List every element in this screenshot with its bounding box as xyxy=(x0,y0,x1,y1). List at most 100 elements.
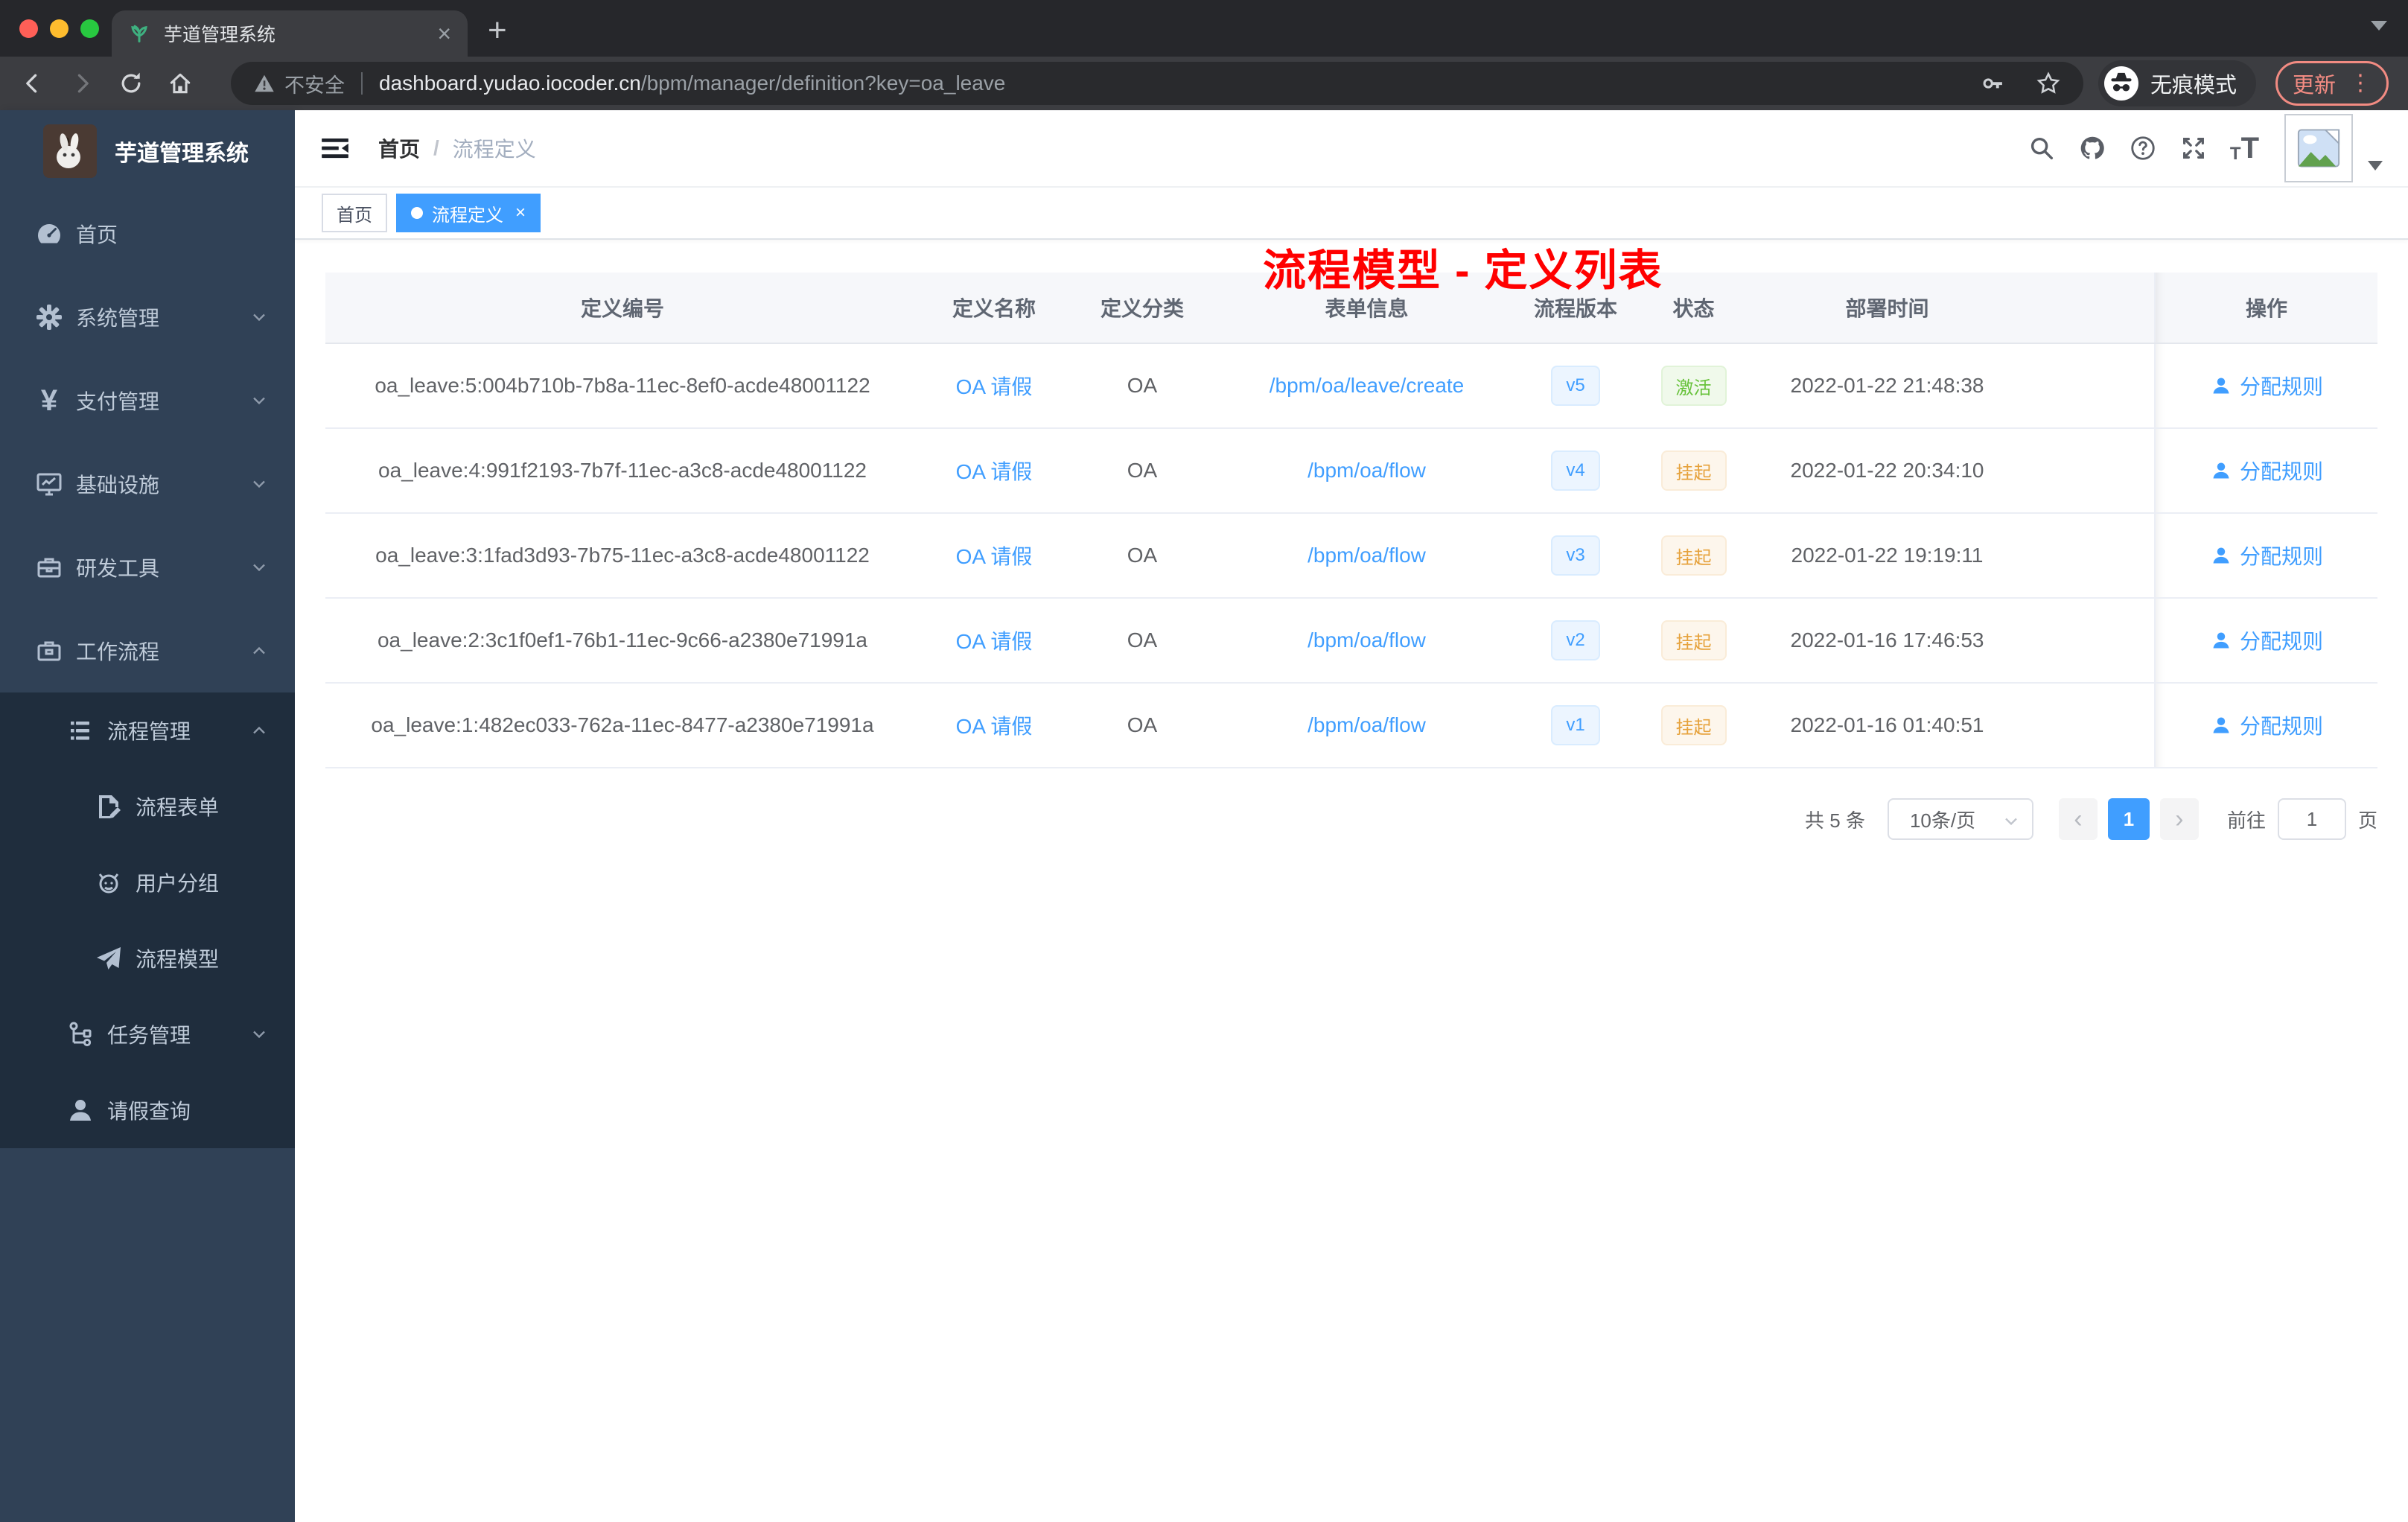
avatar[interactable] xyxy=(2284,114,2353,182)
window-controls xyxy=(19,19,99,38)
version-badge: v3 xyxy=(1551,535,1600,576)
password-key-icon[interactable] xyxy=(1981,71,2006,96)
github-icon[interactable] xyxy=(2078,134,2106,162)
tag-close-icon[interactable]: × xyxy=(515,203,526,223)
chevron-down-icon xyxy=(253,397,265,405)
definition-category: OA xyxy=(1127,374,1158,397)
status-badge: 挂起 xyxy=(1660,620,1727,660)
url-domain[interactable]: dashboard.yudao.iocoder.cn xyxy=(379,71,641,95)
reload-icon[interactable] xyxy=(118,70,144,97)
sidebar-item-process-manage[interactable]: 流程管理 xyxy=(0,692,295,768)
sidebar-item-workflow[interactable]: 工作流程 xyxy=(0,609,295,692)
sidebar-item-label: 支付管理 xyxy=(76,390,160,413)
definition-name-link[interactable]: OA 请假 xyxy=(956,625,1033,655)
definition-name-link[interactable]: OA 请假 xyxy=(956,456,1033,485)
assign-rule-button[interactable]: 分配规则 xyxy=(2210,541,2323,570)
forward-icon[interactable] xyxy=(69,70,95,97)
avatar-dropdown-caret-icon[interactable] xyxy=(2368,160,2383,171)
column-header: 定义名称 xyxy=(952,297,1036,320)
form-info-link[interactable]: /bpm/oa/flow xyxy=(1307,628,1426,652)
sidebar-item-label: 用户分组 xyxy=(136,872,220,895)
definition-name-link[interactable]: OA 请假 xyxy=(956,710,1033,740)
assign-rule-button[interactable]: 分配规则 xyxy=(2210,371,2323,401)
tab-title: 芋道管理系统 xyxy=(164,25,276,45)
tag-label: 流程定义 xyxy=(432,205,503,226)
sidebar-item-process-form[interactable]: 流程表单 xyxy=(0,768,295,844)
status-badge: 挂起 xyxy=(1660,450,1727,491)
sidebar-item-label: 研发工具 xyxy=(76,557,160,580)
definition-id: oa_leave:4:991f2193-7b7f-11ec-a3c8-acde4… xyxy=(378,459,867,482)
form-info-link[interactable]: /bpm/oa/flow xyxy=(1307,713,1426,737)
status-badge: 挂起 xyxy=(1660,535,1727,576)
new-tab-button[interactable]: + xyxy=(488,12,507,49)
sidebar-item-infra[interactable]: 基础设施 xyxy=(0,442,295,526)
breadcrumb-home[interactable]: 首页 xyxy=(378,133,420,163)
back-icon[interactable] xyxy=(19,70,46,97)
app-navbar: 首页 / 流程定义 TT xyxy=(295,110,2408,188)
broken-image-icon xyxy=(2297,129,2340,168)
browser-update-menu-button[interactable]: 更新 ⋮ xyxy=(2275,61,2389,106)
chevron-down-icon xyxy=(253,564,265,572)
font-size-icon[interactable]: TT xyxy=(2230,133,2259,163)
window-close-button[interactable] xyxy=(19,19,38,38)
browser-tab[interactable]: 芋道管理系统 × xyxy=(112,10,468,57)
tab-close-icon[interactable]: × xyxy=(437,22,451,45)
chevron-down-icon xyxy=(253,480,265,488)
help-icon[interactable] xyxy=(2129,134,2157,162)
window-zoom-button[interactable] xyxy=(80,19,99,38)
user-icon xyxy=(2213,717,2229,733)
form-info-link[interactable]: /bpm/oa/flow xyxy=(1307,459,1426,483)
not-secure-label[interactable]: 不安全 xyxy=(284,69,345,98)
home-icon[interactable] xyxy=(167,70,194,97)
robot-icon xyxy=(94,867,124,897)
pagination: 共 5 条 10条/页 ‹ 1 › 前往 页 xyxy=(325,798,2377,840)
fullscreen-icon[interactable] xyxy=(2179,134,2208,162)
sidebar-fold-icon[interactable] xyxy=(319,132,351,165)
tag-process-definition[interactable]: 流程定义 × xyxy=(396,194,541,232)
url-path[interactable]: /bpm/manager/definition?key=oa_leave xyxy=(641,71,1951,95)
assign-rule-button[interactable]: 分配规则 xyxy=(2210,625,2323,655)
send-icon xyxy=(94,943,124,973)
pagination-total: 共 5 条 xyxy=(1805,809,1865,832)
page-size-value: 10条/页 xyxy=(1909,809,1976,832)
breadcrumb-current: 流程定义 xyxy=(452,138,536,161)
address-bar[interactable]: 不安全 dashboard.yudao.iocoder.cn /bpm/mana… xyxy=(231,62,2083,105)
url-separator xyxy=(361,72,363,95)
form-info-link[interactable]: /bpm/oa/flow xyxy=(1307,544,1426,567)
favicon-sprout-icon xyxy=(131,25,147,42)
window-minimize-button[interactable] xyxy=(50,19,69,38)
sidebar-logo-row[interactable]: 芋道管理系统 xyxy=(0,110,295,192)
assign-rule-button[interactable]: 分配规则 xyxy=(2210,710,2323,740)
tags-view-bar: 首页 流程定义 × xyxy=(295,188,2408,240)
column-header: 定义编号 xyxy=(580,297,664,320)
sidebar-item-system[interactable]: 系统管理 xyxy=(0,276,295,359)
page-size-select[interactable]: 10条/页 xyxy=(1887,798,2033,840)
version-badge: v1 xyxy=(1551,705,1600,745)
sidebar-item-devtools[interactable]: 研发工具 xyxy=(0,526,295,609)
breadcrumb: 首页 / 流程定义 xyxy=(378,133,536,163)
goto-label: 前往 xyxy=(2226,809,2266,832)
tag-home[interactable]: 首页 xyxy=(322,194,387,232)
definition-category: OA xyxy=(1127,459,1158,482)
definition-name-link[interactable]: OA 请假 xyxy=(956,371,1033,401)
sidebar-item-process-model[interactable]: 流程模型 xyxy=(0,920,295,996)
sidebar-item-payment[interactable]: ¥ 支付管理 xyxy=(0,359,295,442)
definition-name-link[interactable]: OA 请假 xyxy=(956,541,1033,570)
goto-page-input[interactable] xyxy=(2277,798,2346,840)
deploy-time: 2022-01-16 01:40:51 xyxy=(1790,713,1984,736)
chevron-up-icon xyxy=(253,726,265,734)
search-icon[interactable] xyxy=(2028,134,2056,162)
tab-search-caret-icon[interactable] xyxy=(2371,21,2387,31)
sidebar-item-home[interactable]: 首页 xyxy=(0,192,295,276)
form-info-link[interactable]: /bpm/oa/leave/create xyxy=(1270,374,1465,398)
sidebar-item-task-manage[interactable]: 任务管理 xyxy=(0,996,295,1072)
next-page-button[interactable]: › xyxy=(2159,798,2199,840)
page-number-1[interactable]: 1 xyxy=(2107,798,2150,840)
prev-page-button[interactable]: ‹ xyxy=(2058,798,2098,840)
chevron-up-icon xyxy=(253,646,265,655)
user-icon xyxy=(2213,378,2229,394)
sidebar-item-user-group[interactable]: 用户分组 xyxy=(0,844,295,920)
sidebar-item-leave-query[interactable]: 请假查询 xyxy=(0,1072,295,1148)
assign-rule-button[interactable]: 分配规则 xyxy=(2210,456,2323,485)
bookmark-star-icon[interactable] xyxy=(2036,71,2061,96)
